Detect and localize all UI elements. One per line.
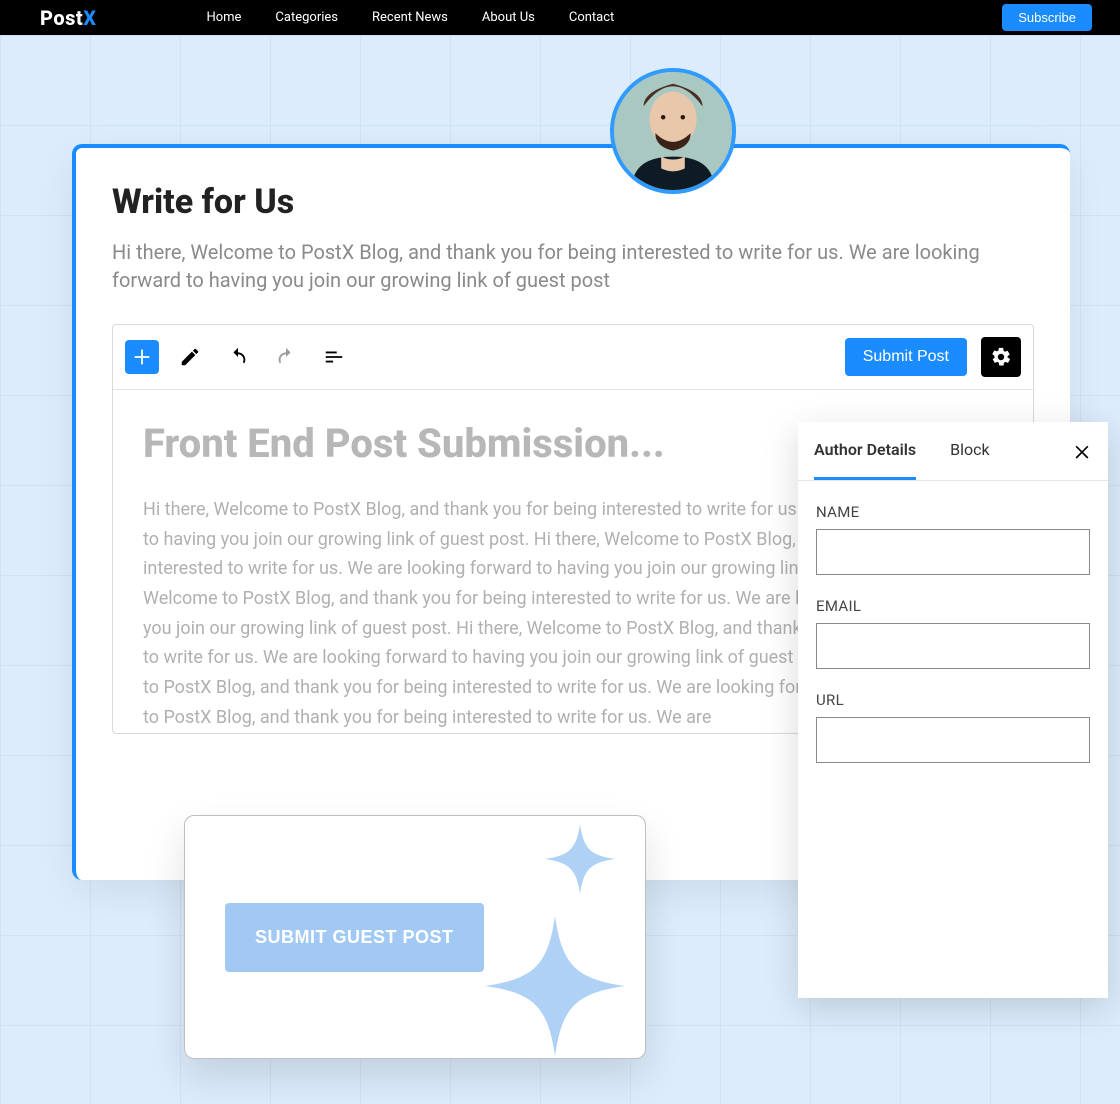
avatar — [610, 68, 736, 194]
top-navbar: PostX Home Categories Recent News About … — [0, 0, 1120, 35]
brand-suffix: X — [83, 6, 96, 30]
nav-home[interactable]: Home — [206, 10, 241, 25]
undo-icon — [227, 346, 249, 368]
panel-close-button[interactable] — [1072, 441, 1092, 479]
redo-button[interactable] — [269, 340, 303, 374]
subscribe-button[interactable]: Subscribe — [1002, 4, 1092, 31]
name-field[interactable] — [816, 529, 1090, 575]
author-details-panel: Author Details Block NAME EMAIL URL — [798, 422, 1108, 998]
panel-body: NAME EMAIL URL — [798, 481, 1108, 807]
nav-categories[interactable]: Categories — [275, 10, 338, 25]
url-field[interactable] — [816, 717, 1090, 763]
plus-icon — [131, 346, 153, 368]
redo-icon — [275, 346, 297, 368]
submit-guest-post-card: SUBMIT GUEST POST — [184, 815, 646, 1059]
brand-name: Post — [40, 6, 83, 30]
sparkle-icon — [545, 824, 615, 894]
submit-guest-post-button[interactable]: SUBMIT GUEST POST — [225, 903, 484, 972]
avatar-image — [614, 72, 732, 190]
email-field[interactable] — [816, 623, 1090, 669]
nav-contact[interactable]: Contact — [569, 10, 614, 25]
page-lead: Hi there, Welcome to PostX Blog, and tha… — [112, 238, 1034, 294]
submit-post-button[interactable]: Submit Post — [845, 338, 967, 376]
nav-recent-news[interactable]: Recent News — [372, 10, 448, 25]
label-url: URL — [816, 691, 1090, 709]
pencil-icon — [179, 346, 201, 368]
page-title: Write for Us — [112, 182, 1034, 222]
panel-tabs: Author Details Block — [798, 422, 1108, 481]
tab-author-details[interactable]: Author Details — [814, 440, 916, 480]
close-icon — [1072, 441, 1092, 461]
gear-icon — [990, 346, 1012, 368]
edit-button[interactable] — [173, 340, 207, 374]
brand-logo[interactable]: PostX — [40, 6, 96, 30]
nav-about-us[interactable]: About Us — [482, 10, 535, 25]
undo-button[interactable] — [221, 340, 255, 374]
add-block-button[interactable] — [125, 340, 159, 374]
sparkle-icon — [485, 916, 625, 1056]
tab-block[interactable]: Block — [950, 440, 989, 480]
label-name: NAME — [816, 503, 1090, 521]
outline-icon — [323, 346, 345, 368]
outline-button[interactable] — [317, 340, 351, 374]
editor-toolbar: Submit Post — [113, 325, 1033, 390]
settings-button[interactable] — [981, 337, 1021, 377]
nav-links: Home Categories Recent News About Us Con… — [206, 10, 614, 25]
label-email: EMAIL — [816, 597, 1090, 615]
